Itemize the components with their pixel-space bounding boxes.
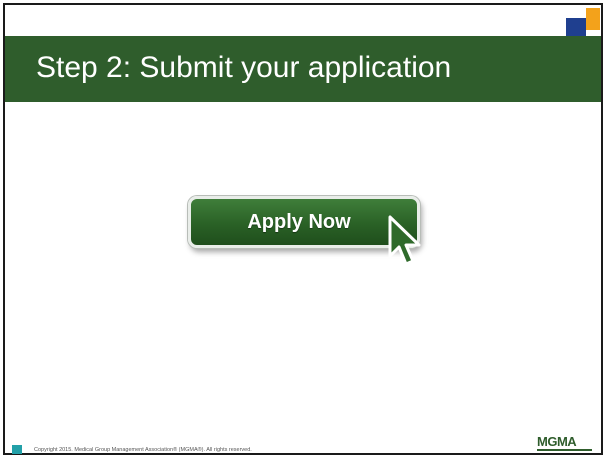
copyright-text: Copyright 2015. Medical Group Management… [34, 447, 252, 453]
mgma-logo-underline [537, 449, 592, 451]
mgma-logo-text: MGMA [537, 434, 577, 449]
slide-title: Step 2: Submit your application [36, 51, 452, 84]
footer-square-icon [12, 445, 22, 454]
apply-now-label: Apply Now [247, 210, 351, 233]
corner-orange-square [586, 8, 600, 30]
mgma-logo: MGMA [537, 435, 592, 454]
slide: Step 2: Submit your application Apply No… [0, 0, 608, 461]
arrow-cursor-icon [388, 215, 421, 266]
